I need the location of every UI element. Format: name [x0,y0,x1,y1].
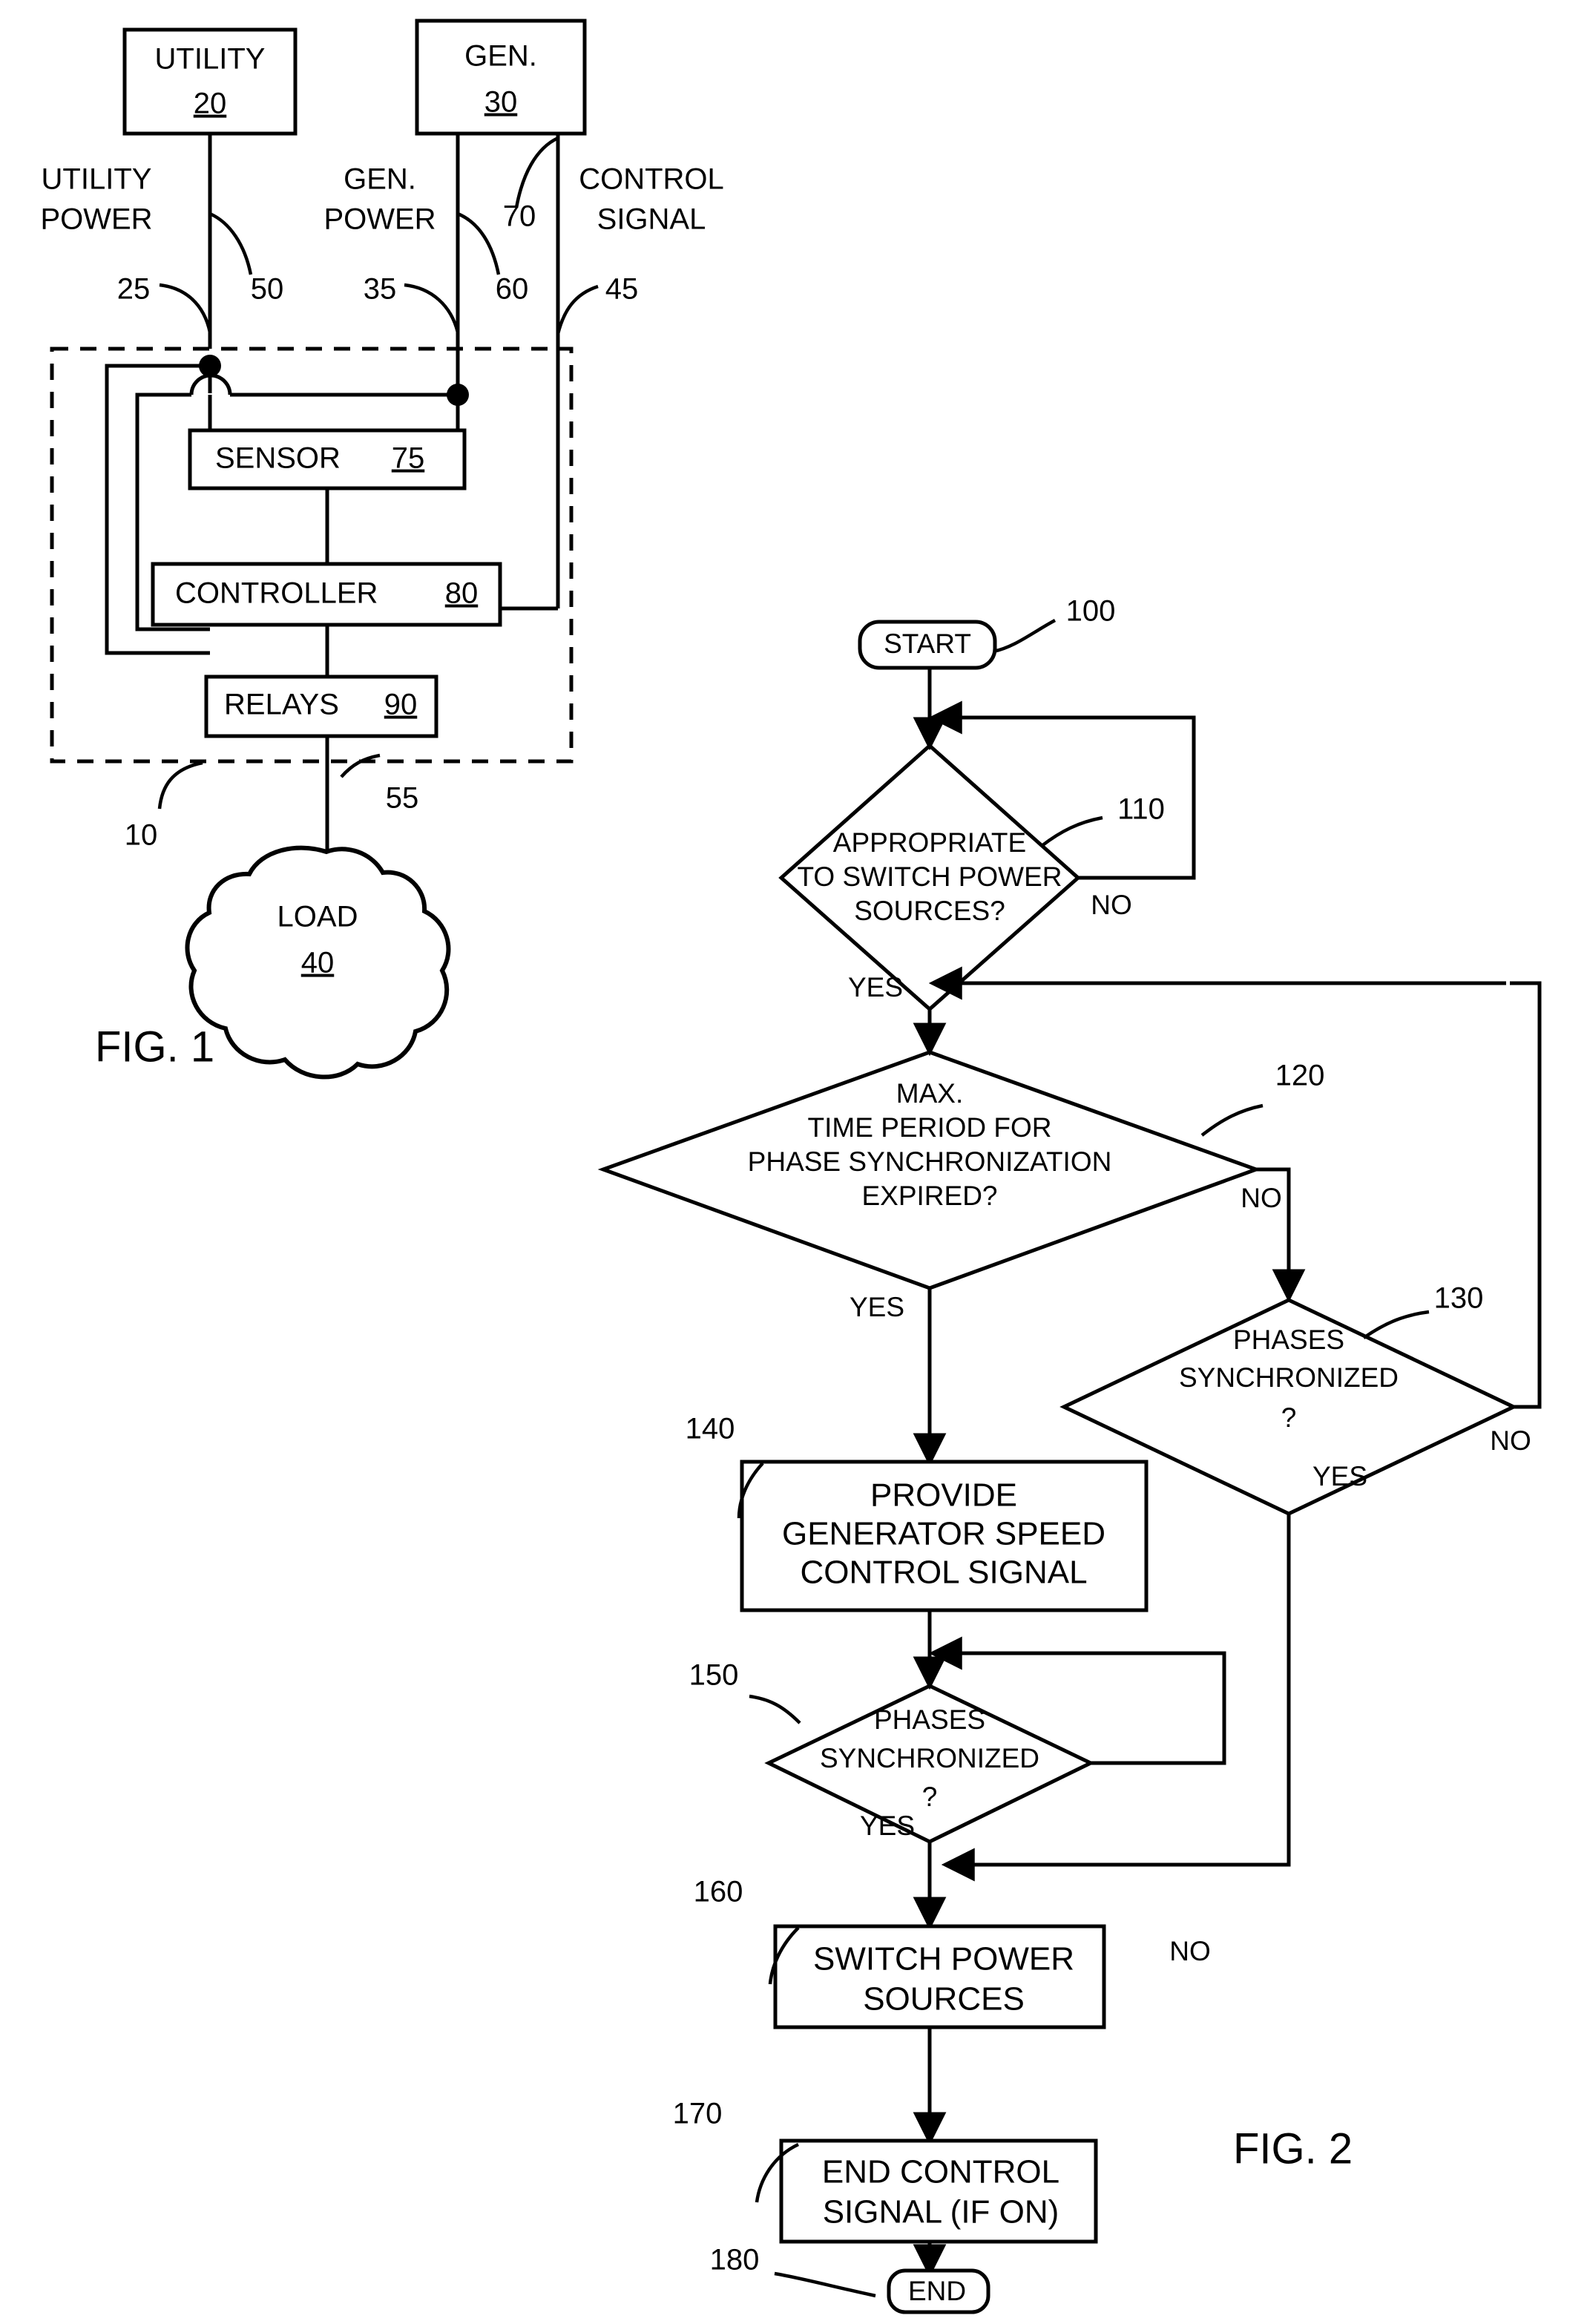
decision-110-line1: APPROPRIATE [833,827,1026,858]
decision-130-line2: SYNCHRONIZED [1179,1362,1399,1393]
decision-150-line2: SYNCHRONIZED [820,1743,1039,1773]
decision-130-line3: ? [1281,1402,1297,1433]
ref-150: 150 [689,1659,739,1692]
decision-110-line3: SOURCES? [854,896,1005,926]
lead-120 [1200,1103,1264,1137]
patent-drawing-sheet: UTILITY 20 GEN. 30 UTILITY POWER GEN. PO… [0,0,1587,2324]
process-140-line2: GENERATOR SPEED [782,1516,1105,1552]
decision-120-line1: MAX. [896,1078,963,1109]
ref-160: 160 [694,1876,743,1908]
process-140-line1: PROVIDE [870,1477,1017,1514]
decision-150-line1: PHASES [874,1704,985,1735]
decision-120-line3: PHASE SYNCHRONIZATION [748,1146,1112,1177]
label-120-no: NO [1241,1183,1282,1213]
lead-180 [774,2271,876,2298]
figure-2-graphics: START 100 APPROPRIATE TO SWITCH POWER SO… [597,595,1542,2314]
label-130-yes: YES [1312,1461,1367,1491]
label-150-yes: YES [860,1811,915,1841]
ref-120: 120 [1275,1060,1325,1092]
ref-100: 100 [1066,595,1116,628]
process-140-line3: CONTROL SIGNAL [800,1555,1087,1591]
figure-2-caption: FIG. 2 [1233,2124,1353,2173]
decision-120-line4: EXPIRED? [861,1181,997,1211]
decision-110-line2: TO SWITCH POWER [798,861,1062,892]
ref-140: 140 [686,1413,735,1445]
lead-130 [1362,1310,1430,1339]
ref-180: 180 [710,2244,760,2277]
decision-130-line1: PHASES [1233,1325,1344,1355]
ref-110: 110 [1117,793,1165,826]
process-170-line1: END CONTROL [822,2154,1059,2190]
label-150-no: NO [1169,1936,1211,1966]
ref-130: 130 [1434,1282,1484,1315]
end-label: END [908,2276,966,2306]
label-110-no: NO [1091,890,1132,920]
lead-110 [1040,815,1103,847]
lead-100 [993,619,1057,654]
start-label: START [884,628,971,659]
label-120-yes: YES [850,1292,904,1322]
process-160-line2: SOURCES [863,1981,1025,2018]
process-170-line2: SIGNAL (IF ON) [823,2194,1059,2231]
label-130-no: NO [1490,1425,1531,1456]
decision-150-line3: ? [922,1782,938,1812]
process-160-line1: SWITCH POWER [813,1941,1074,1977]
label-110-yes: YES [848,972,903,1002]
edge-130-no-loop [1510,981,1542,1409]
ref-170: 170 [673,2098,723,2130]
lead-150 [749,1694,801,1724]
decision-120-line2: TIME PERIOD FOR [808,1112,1052,1143]
